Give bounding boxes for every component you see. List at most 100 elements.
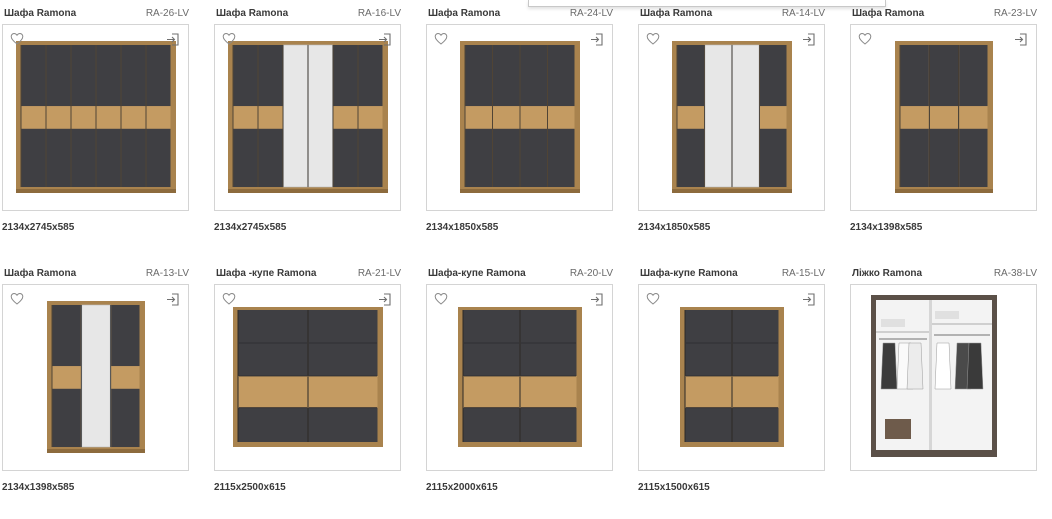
wardrobe-plinth (228, 189, 388, 193)
product-image[interactable] (427, 285, 612, 470)
product-card-header: Шафа-купе Ramona RA-15-LV (638, 266, 825, 280)
product-title[interactable]: Шафа Ramona (640, 8, 712, 19)
sign-in-arrow-icon[interactable] (802, 293, 815, 306)
wood-insert (685, 376, 732, 408)
wood-insert (333, 106, 358, 129)
sliding-wardrobe-drawing (233, 307, 383, 447)
heart-outline-icon[interactable] (10, 292, 24, 305)
product-image-frame[interactable] (214, 24, 401, 211)
product-image[interactable] (427, 25, 612, 210)
product-image[interactable] (215, 285, 400, 470)
product-title[interactable]: Шафа Ramona (4, 268, 76, 279)
garment (880, 342, 898, 390)
heart-outline-icon[interactable] (646, 32, 660, 45)
wood-insert (358, 106, 383, 129)
product-code: RA-14-LV (781, 8, 825, 19)
wardrobe-plinth (16, 189, 176, 193)
product-title[interactable]: Шафа Ramona (216, 8, 288, 19)
wardrobe-drawing (228, 41, 388, 193)
sign-in-arrow-icon[interactable] (590, 293, 603, 306)
heart-outline-icon[interactable] (858, 32, 872, 45)
product-dimensions: 2134x2745x585 (2, 222, 75, 233)
product-image-frame[interactable] (2, 24, 189, 211)
product-code: RA-20-LV (569, 268, 613, 279)
product-dimensions: 2134x1398x585 (2, 482, 75, 493)
mirror-door (732, 44, 760, 188)
wood-insert (760, 106, 787, 129)
heart-outline-icon[interactable] (10, 32, 24, 45)
heart-outline-icon[interactable] (222, 32, 236, 45)
sign-in-arrow-icon[interactable] (166, 33, 179, 46)
mirror-door (308, 44, 333, 188)
product-title[interactable]: Шафа Ramona (428, 8, 500, 19)
storage-box (885, 419, 911, 439)
mirror-door (704, 44, 732, 188)
heart-outline-icon[interactable] (434, 32, 448, 45)
wood-insert (929, 106, 959, 129)
wardrobe-drawing (47, 301, 145, 453)
sign-in-arrow-icon[interactable] (166, 293, 179, 306)
wood-insert (96, 106, 121, 129)
wood-insert (21, 106, 46, 129)
wood-insert (52, 366, 81, 389)
wood-insert (121, 106, 146, 129)
product-card-header: Шафа Ramona RA-23-LV (850, 6, 1037, 20)
product-image-frame[interactable] (638, 284, 825, 471)
mirror-door (283, 44, 308, 188)
wardrobe-drawing (895, 41, 993, 193)
product-code: RA-21-LV (357, 268, 401, 279)
sliding-wardrobe-drawing (458, 307, 582, 447)
product-image-frame[interactable] (850, 24, 1037, 211)
product-title[interactable]: Шафа-купе Ramona (428, 268, 526, 279)
product-image[interactable] (215, 25, 400, 210)
product-image[interactable] (851, 285, 1036, 470)
product-title[interactable]: Шафа-купе Ramona (640, 268, 738, 279)
product-title[interactable]: Ліжко Ramona (852, 268, 922, 279)
product-title[interactable]: Шафа Ramona (4, 8, 76, 19)
wood-insert (900, 106, 929, 129)
sign-in-arrow-icon[interactable] (1014, 33, 1027, 46)
sign-in-arrow-icon[interactable] (802, 33, 815, 46)
wardrobe-drawing (672, 41, 792, 193)
sign-in-arrow-icon[interactable] (378, 293, 391, 306)
wardrobe-plinth (895, 189, 993, 193)
product-image-frame[interactable] (426, 284, 613, 471)
heart-outline-icon[interactable] (222, 292, 236, 305)
mirror-door (81, 304, 111, 448)
product-image[interactable] (639, 285, 824, 470)
product-image-frame[interactable] (638, 24, 825, 211)
product-card-header: Шафа -купе Ramona RA-21-LV (214, 266, 401, 280)
heart-outline-icon[interactable] (646, 292, 660, 305)
product-title[interactable]: Шафа -купе Ramona (216, 268, 316, 279)
sign-in-arrow-icon[interactable] (590, 33, 603, 46)
product-image-frame[interactable] (850, 284, 1037, 471)
product-card-header: Шафа Ramona RA-26-LV (2, 6, 189, 20)
wood-insert (732, 376, 779, 408)
garment (906, 342, 924, 390)
product-image-frame[interactable] (426, 24, 613, 211)
heart-outline-icon[interactable] (434, 292, 448, 305)
product-image-frame[interactable] (214, 284, 401, 471)
garment (966, 342, 984, 390)
product-image[interactable] (639, 25, 824, 210)
product-code: RA-15-LV (781, 268, 825, 279)
wood-insert (959, 106, 988, 129)
wardrobe-plinth (460, 189, 580, 193)
product-dimensions: 2115x2500x615 (214, 482, 286, 493)
wardrobe-drawing (460, 41, 580, 193)
product-dimensions: 2134x1850x585 (638, 222, 711, 233)
product-image[interactable] (3, 285, 188, 470)
product-image[interactable] (3, 25, 188, 210)
wood-insert (238, 376, 308, 408)
product-card-header: Шафа Ramona RA-16-LV (214, 6, 401, 20)
wardrobe-drawing (16, 41, 176, 193)
product-image[interactable] (851, 25, 1036, 210)
product-dimensions: 2115x1500x615 (638, 482, 710, 493)
product-dimensions: 2115x2000x615 (426, 482, 498, 493)
product-title[interactable]: Шафа Ramona (852, 8, 924, 19)
wood-insert (677, 106, 704, 129)
product-code: RA-24-LV (569, 8, 613, 19)
wood-insert (46, 106, 71, 129)
product-image-frame[interactable] (2, 284, 189, 471)
sign-in-arrow-icon[interactable] (378, 33, 391, 46)
